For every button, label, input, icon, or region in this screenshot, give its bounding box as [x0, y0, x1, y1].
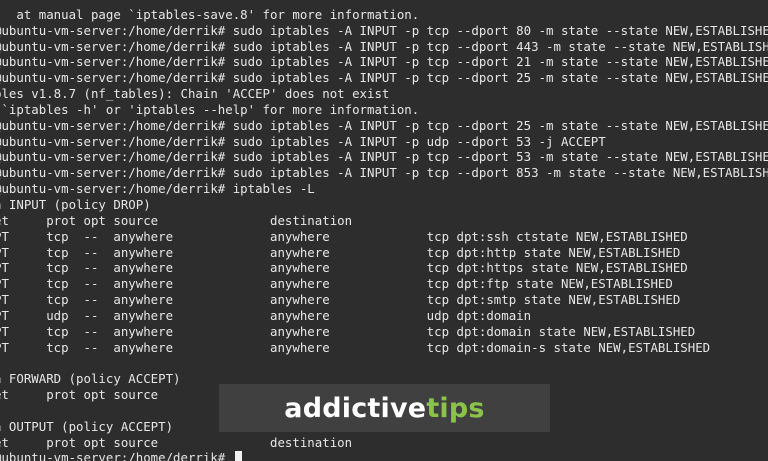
terminal-line: PT tcp -- anywhere anywhere tcp dpt:smtp…	[0, 292, 681, 308]
watermark-logo-part1: addictive	[284, 392, 427, 424]
terminal-line: @ubuntu-vm-server:/home/derrik# sudo ipt…	[0, 133, 606, 149]
terminal-line: `iptables -h' or 'iptables --help' for m…	[0, 101, 420, 117]
watermark-logo-part2: tips	[426, 392, 485, 424]
addictivetips-watermark: addictivetips	[219, 384, 550, 432]
terminal-prompt-line[interactable]: @ubuntu-vm-server:/home/derrik#	[0, 450, 768, 461]
terminal-line: @ubuntu-vm-server:/home/derrik# sudo ipt…	[0, 149, 768, 165]
terminal-line: @ubuntu-vm-server:/home/derrik# sudo ipt…	[0, 117, 768, 133]
terminal-line: PT tcp -- anywhere anywhere tcp dpt:doma…	[0, 339, 711, 355]
terminal-line: bles v1.8.7 (nf_tables): Chain 'ACCEP' d…	[0, 86, 390, 102]
terminal-line: PT tcp -- anywhere anywhere tcp dpt:ssh …	[0, 228, 688, 244]
terminal-prompt: @ubuntu-vm-server:/home/derrik#	[0, 450, 233, 461]
terminal-line: @ubuntu-vm-server:/home/derrik# sudo ipt…	[0, 70, 768, 86]
terminal-line: @ubuntu-vm-server:/home/derrik# iptables…	[0, 181, 315, 197]
terminal-line: @ubuntu-vm-server:/home/derrik# sudo ipt…	[0, 38, 768, 54]
terminal-line: @ubuntu-vm-server:/home/derrik# sudo ipt…	[0, 54, 768, 70]
text-cursor	[234, 451, 242, 461]
terminal-line: PT tcp -- anywhere anywhere tcp dpt:ftp …	[0, 276, 673, 292]
watermark-logo: addictivetips	[284, 395, 484, 422]
terminal-line: PT tcp -- anywhere anywhere tcp dpt:http…	[0, 244, 681, 260]
terminal-line: et prot opt source destination	[0, 434, 353, 450]
terminal-line: PT tcp -- anywhere anywhere tcp dpt:doma…	[0, 323, 696, 339]
terminal-line: n INPUT (policy DROP)	[0, 196, 151, 212]
terminal-line: PT udp -- anywhere anywhere udp dpt:doma…	[0, 307, 532, 323]
terminal-line: @ubuntu-vm-server:/home/derrik# sudo ipt…	[0, 165, 768, 181]
terminal-line: at manual page `iptables-save.8' for mor…	[0, 6, 420, 22]
terminal-line: @ubuntu-vm-server:/home/derrik# sudo ipt…	[0, 22, 768, 38]
terminal-line: PT tcp -- anywhere anywhere tcp dpt:http…	[0, 260, 688, 276]
terminal-window[interactable]: at manual page `iptables-save.8' for mor…	[0, 0, 768, 461]
terminal-line: et prot opt source destination	[0, 212, 353, 228]
